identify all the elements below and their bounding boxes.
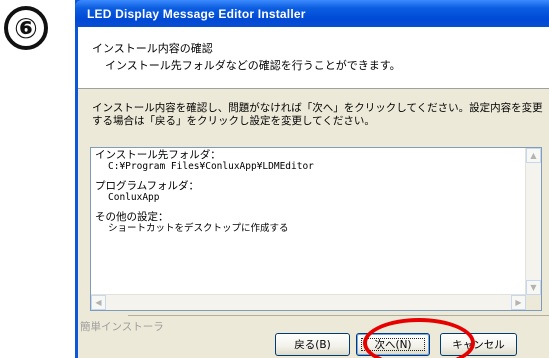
instruction-text: インストール内容を確認し、問題がなければ「次へ」をクリックしてください。設定内容… [92, 102, 543, 127]
program-folder-label: プログラムフォルダ： [95, 180, 200, 192]
scroll-down-icon[interactable]: ▼ [526, 280, 541, 295]
title-bar[interactable]: LED Display Message Editor Installer [75, 0, 549, 27]
install-summary-box[interactable]: インストール先フォルダ： C:¥Program Files¥ConluxApp¥… [90, 147, 542, 311]
dialog-client-area: インストール内容の確認 インストール先フォルダなどの確認を行うことができます。 … [78, 27, 549, 358]
summary-text: インストール先フォルダ： C:¥Program Files¥ConluxApp¥… [95, 149, 515, 235]
horizontal-scrollbar[interactable]: ◀ ▶ [91, 294, 526, 310]
scroll-up-icon[interactable]: ▲ [526, 148, 541, 163]
install-folder-label: インストール先フォルダ： [95, 149, 221, 161]
installer-brand-label: 簡単インストーラ [80, 321, 164, 333]
other-settings-value: ショートカットをデスクトップに作成する [108, 223, 289, 234]
step-number-badge: ⑥ [4, 6, 48, 50]
program-folder-value: ConluxApp [108, 192, 160, 203]
footer-divider [128, 315, 549, 316]
install-folder-value: C:¥Program Files¥ConluxApp¥LDMEditor [108, 161, 314, 172]
scrollbar-corner [526, 295, 541, 310]
other-settings-label: その他の設定： [95, 211, 169, 223]
header-subtitle: インストール先フォルダなどの確認を行うことができます。 [105, 59, 401, 72]
back-button[interactable]: 戻る(B) [275, 333, 350, 356]
installer-window: LED Display Message Editor Installer インス… [75, 0, 549, 358]
window-title: LED Display Message Editor Installer [87, 7, 306, 21]
dialog-header: インストール内容の確認 インストール先フォルダなどの確認を行うことができます。 [78, 27, 549, 89]
scroll-right-icon[interactable]: ▶ [511, 295, 526, 310]
scroll-left-icon[interactable]: ◀ [91, 295, 106, 310]
vertical-scrollbar[interactable]: ▲ ▼ [525, 148, 541, 295]
header-title: インストール内容の確認 [92, 42, 213, 55]
